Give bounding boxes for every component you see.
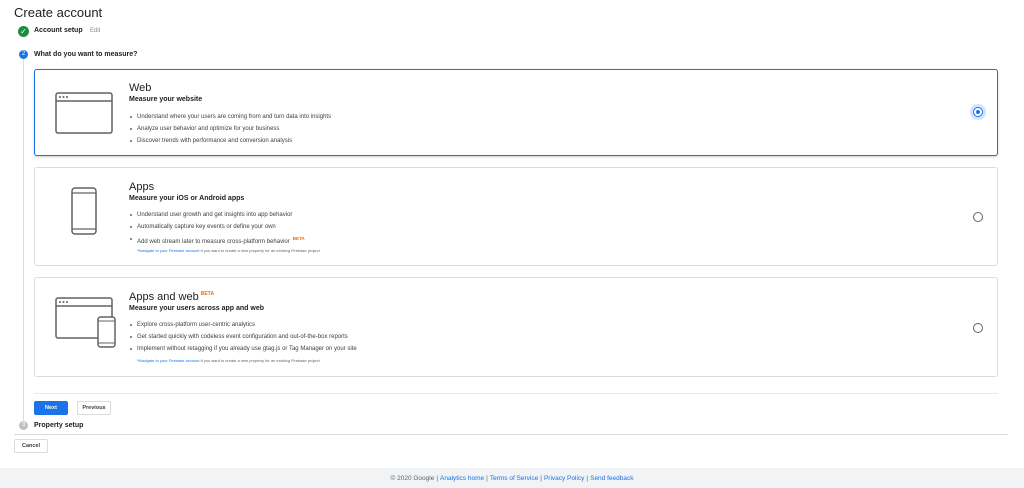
radio-apps-and-web[interactable] xyxy=(973,323,983,333)
firebase-account-link[interactable]: *Navigate to your Firebase account xyxy=(137,248,199,253)
step-2-number: 2 xyxy=(19,50,28,59)
step-property-setup-label: Property setup xyxy=(34,422,84,429)
option-bullet: Analyze user behavior and optimize for y… xyxy=(129,123,331,135)
copyright-text: © 2020 Google xyxy=(390,475,435,482)
edit-link[interactable]: Edit xyxy=(90,28,100,34)
privacy-policy-link[interactable]: Privacy Policy xyxy=(544,475,584,482)
stepper-rail xyxy=(23,56,24,422)
option-title: Apps xyxy=(129,181,155,193)
option-bullet-text: Add web stream later to measure cross-pl… xyxy=(137,239,290,245)
footer-separator: | xyxy=(586,475,589,482)
option-bullet: Explore cross-platform user-centric anal… xyxy=(129,319,357,331)
footer-separator: | xyxy=(486,475,488,482)
option-bullet: Understand user growth and get insights … xyxy=(129,209,305,221)
browser-window-icon xyxy=(55,92,113,134)
option-bullet-list: Understand where your users are coming f… xyxy=(129,111,331,147)
page-title: Create account xyxy=(14,5,103,20)
footer-text: © 2020 Google | Analytics home | Terms of Se… xyxy=(0,468,1024,488)
previous-button[interactable]: Previous xyxy=(77,401,111,415)
analytics-home-link[interactable]: Analytics home xyxy=(440,475,484,482)
footer-separator: | xyxy=(540,475,542,482)
option-title: Apps and web BETA xyxy=(129,291,214,303)
option-bullet-list: Explore cross-platform user-centric anal… xyxy=(129,319,357,355)
firebase-note: *Navigate to your Firebase account if yo… xyxy=(137,248,320,253)
radio-web[interactable] xyxy=(973,107,983,117)
firebase-account-link[interactable]: *Navigate to your Firebase account xyxy=(137,358,199,363)
terms-of-service-link[interactable]: Terms of Service xyxy=(490,475,538,482)
option-bullet-list: Understand user growth and get insights … xyxy=(129,209,305,245)
smartphone-icon xyxy=(71,187,97,235)
option-title: Web xyxy=(129,82,152,94)
option-card-web[interactable]: Web Measure your website Understand wher… xyxy=(34,69,998,156)
beta-badge: BETA xyxy=(200,291,214,298)
footer-divider xyxy=(14,434,1008,435)
next-button[interactable]: Next xyxy=(34,401,68,415)
option-card-apps[interactable]: Apps Measure your iOS or Android apps Un… xyxy=(34,167,998,266)
footer-separator: | xyxy=(436,475,439,482)
option-bullet: Implement without retagging if you alrea… xyxy=(129,343,357,355)
radio-apps[interactable] xyxy=(973,212,983,222)
beta-badge: BETA xyxy=(292,236,305,241)
option-bullet: Discover trends with performance and con… xyxy=(129,135,331,147)
option-subtitle: Measure your iOS or Android apps xyxy=(129,195,245,202)
firebase-note-text: if you want to create a new property for… xyxy=(199,248,320,253)
option-subtitle: Measure your website xyxy=(129,96,203,103)
option-bullet: Add web stream later to measure cross-pl… xyxy=(129,233,305,245)
section-divider xyxy=(34,393,998,394)
step-measure-label: What do you want to measure? xyxy=(34,51,138,58)
check-circle-icon: ✓ xyxy=(18,26,29,37)
option-card-apps-and-web[interactable]: Apps and web BETA Measure your users acro… xyxy=(34,277,998,377)
send-feedback-link[interactable]: Send feedback xyxy=(590,475,633,482)
firebase-note-text: if you want to create a new property for… xyxy=(199,358,320,363)
option-bullet: Get started quickly with codeless event … xyxy=(129,331,357,343)
option-title-text: Apps and web xyxy=(129,291,199,303)
browser-and-phone-icon xyxy=(55,297,116,348)
option-subtitle: Measure your users across app and web xyxy=(129,305,264,312)
firebase-note: *Navigate to your Firebase account if yo… xyxy=(137,358,320,363)
step-3-number: 3 xyxy=(19,421,28,430)
cancel-button[interactable]: Cancel xyxy=(14,439,48,453)
page-footer: © 2020 Google | Analytics home | Terms of Se… xyxy=(0,468,1024,488)
option-bullet: Understand where your users are coming f… xyxy=(129,111,331,123)
option-bullet: Automatically capture key events or defi… xyxy=(129,221,305,233)
step-account-setup-label: Account setup xyxy=(34,27,83,34)
